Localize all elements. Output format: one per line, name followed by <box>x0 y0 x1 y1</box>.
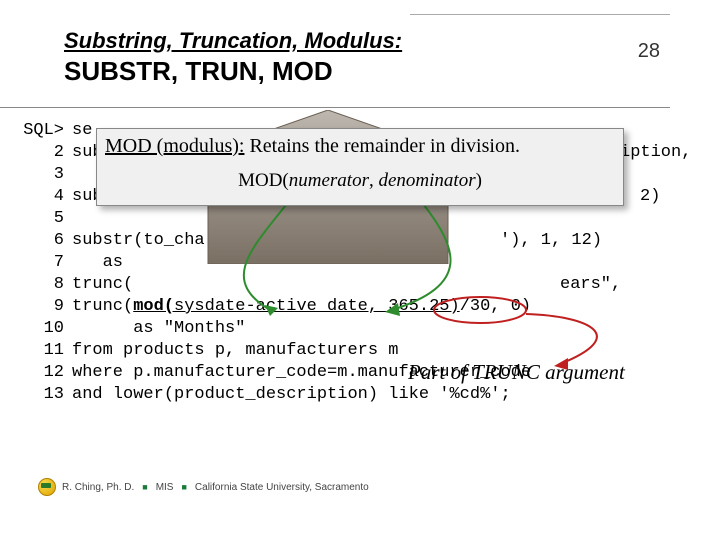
callout-definition: MOD (modulus): Retains the remainder in … <box>105 135 615 158</box>
func-arg2: denominator <box>378 170 475 191</box>
code-line-mod: 9trunc(mod(sysdate-active_date, 365.25)/… <box>20 296 720 318</box>
code-fragment: ears", <box>560 275 621 294</box>
code-fragment: 2) <box>640 187 660 206</box>
code-line: 5 <box>20 208 720 230</box>
footer-org: California State University, Sacramento <box>195 482 369 493</box>
annotation-label: Part of TRUNC argument <box>408 360 625 385</box>
func-arg1: numerator <box>289 170 369 191</box>
slide-footer: R. Ching, Ph. D. ■ MIS ■ California Stat… <box>38 478 369 496</box>
code-fragment: '), 1, 12) <box>500 231 602 250</box>
slide-header: Substring, Truncation, Modulus: SUBSTR, … <box>0 0 670 108</box>
code-line: 10 as "Months" <box>20 318 720 340</box>
slide-title-line1: Substring, Truncation, Modulus: <box>64 28 670 54</box>
page-number: 28 <box>638 40 660 63</box>
callout-box: MOD (modulus): Retains the remainder in … <box>96 128 624 206</box>
footer-logo-icon <box>38 478 56 496</box>
callout-signature: MOD(numerator, denominator) <box>105 170 615 192</box>
header-rule <box>410 14 670 15</box>
code-line: 11from products p, manufacturers m <box>20 340 720 362</box>
callout-rest: Retains the remainder in division. <box>244 135 520 157</box>
bullet-icon: ■ <box>140 482 149 492</box>
callout-term: MOD (modulus): <box>105 135 244 157</box>
footer-author: R. Ching, Ph. D. <box>62 482 134 493</box>
bullet-icon: ■ <box>179 482 188 492</box>
func-name: MOD( <box>238 170 289 191</box>
code-line: 13and lower(product_description) like '%… <box>20 384 720 406</box>
code-fragment: iption, <box>620 143 691 162</box>
code-line: 7 as <box>20 252 720 274</box>
footer-dept: MIS <box>156 482 174 493</box>
code-line: 6substr(to_cha <box>20 230 720 252</box>
slide-title-line2: SUBSTR, TRUN, MOD <box>64 56 670 87</box>
func-close: ) <box>476 170 482 191</box>
